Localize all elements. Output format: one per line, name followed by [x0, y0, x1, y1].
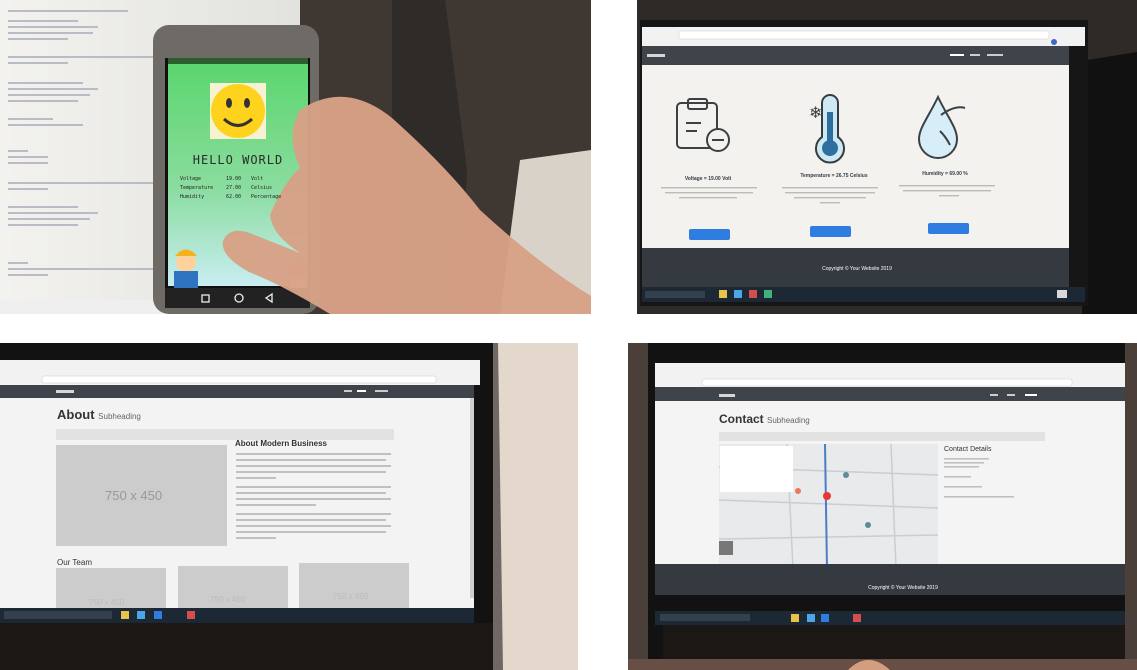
nav-link-about[interactable] [357, 390, 366, 392]
page-subtitle: Subheading [98, 412, 141, 421]
map-location-pin[interactable] [823, 492, 831, 500]
status-bar [168, 58, 308, 64]
temperature-card-title: Temperature = 26.75 Celsius [800, 173, 868, 179]
team-heading: Our Team [57, 558, 92, 567]
svg-text:❄: ❄ [809, 103, 822, 122]
humidity-card-title: Humidity = 69.00 % [922, 171, 968, 177]
smiley-right-eye [244, 98, 250, 108]
folder-taskbar-icon[interactable] [719, 290, 727, 298]
nav-link-about[interactable] [970, 54, 980, 56]
footer-copyright: Copyright © Your Website 2019 [868, 585, 938, 591]
site-brand[interactable] [719, 394, 735, 397]
contact-heading: Contact Subheading [719, 412, 810, 426]
taskbar-search-box[interactable] [645, 291, 705, 298]
app-taskbar-icon[interactable] [154, 611, 162, 619]
footer-copyright: Copyright © Your Website 2019 [822, 266, 892, 272]
reading-row-humidity: Humidity 62.00 Percentage [180, 193, 305, 202]
chair [1082, 52, 1137, 314]
app-taskbar-icon[interactable] [821, 614, 829, 622]
about-section-title: About Modern Business [235, 439, 328, 448]
breadcrumb [719, 432, 1045, 441]
android-nav-bar [165, 288, 310, 308]
address-bar[interactable] [701, 378, 1073, 387]
contact-details-title: Contact Details [944, 446, 992, 453]
site-brand[interactable] [56, 390, 74, 393]
vscode-taskbar-icon[interactable] [137, 611, 145, 619]
nav-link-home[interactable] [990, 394, 998, 396]
reading-value: 19.00 [226, 176, 242, 182]
nav-link-contact[interactable] [375, 390, 388, 392]
reading-unit: Celsius [251, 185, 273, 191]
nav-link-home[interactable] [344, 390, 352, 392]
vscode-taskbar-icon[interactable] [807, 614, 815, 622]
phone-app-title: HELLO WORLD [192, 153, 284, 167]
chrome-taskbar-icon[interactable] [187, 611, 195, 619]
reading-value: 62.00 [226, 194, 242, 200]
reading-row-voltage: Voltage 19.00 Volt [180, 175, 305, 184]
team-image-3 [299, 563, 409, 608]
contact-laptop-scene [628, 343, 1137, 670]
nav-link-contact[interactable] [1025, 394, 1037, 396]
reading-label: Voltage [180, 176, 202, 182]
folder-taskbar-icon[interactable] [121, 611, 129, 619]
map-satellite-toggle[interactable] [719, 541, 733, 555]
voltage-card-title: Voltage = 19.00 Volt [684, 176, 732, 182]
page-subtitle: Subheading [767, 416, 810, 425]
address-bar[interactable] [41, 375, 437, 384]
windows-taskbar [642, 287, 1085, 302]
content-area [642, 65, 1069, 248]
about-heading: About Subheading [57, 407, 141, 422]
laptop-base [0, 623, 493, 670]
about-laptop-scene [0, 343, 578, 670]
breadcrumb [56, 429, 394, 440]
photo-collage: HELLO WORLD Voltage 19.00 Volt Temperatu… [0, 0, 1137, 670]
team-image-3-label: 750 x 450 [333, 592, 369, 601]
page-title: Contact [719, 412, 764, 426]
team-image-1-label: 750 x 450 [89, 598, 125, 607]
clock-tray [1057, 290, 1067, 298]
nav-link-home[interactable] [950, 54, 964, 56]
site-navbar [642, 46, 1069, 65]
reading-label: Humidity [180, 194, 205, 200]
folder-taskbar-icon[interactable] [791, 614, 799, 622]
site-brand[interactable] [647, 54, 665, 57]
phone-photo-tile: HELLO WORLD Voltage 19.00 Volt Temperatu… [0, 0, 591, 314]
address-bar[interactable] [678, 30, 1050, 40]
reading-unit: Volt [251, 176, 264, 182]
temperature-read-more-button[interactable] [810, 226, 851, 237]
map-poi-marker [865, 522, 871, 528]
about-image-size-label: 750 x 450 [105, 488, 163, 503]
nav-link-about[interactable] [1007, 394, 1015, 396]
profile-avatar[interactable] [1051, 39, 1057, 45]
reading-row-temperature: Temperature 27.00 Celsius [180, 184, 305, 193]
taskbar-search-box[interactable] [660, 614, 750, 621]
phone-scene [0, 0, 591, 314]
humidity-read-more-button[interactable] [928, 223, 969, 234]
taskbar-search-box[interactable] [4, 611, 112, 619]
page-title: About [57, 407, 95, 422]
map-poi-marker [795, 488, 801, 494]
smiley-face [211, 84, 265, 138]
voltage-read-more-button[interactable] [689, 229, 730, 240]
reading-label: Temperature [180, 185, 214, 191]
reading-value: 27.00 [226, 185, 242, 191]
smiley-left-eye [226, 98, 232, 108]
map-info-card [720, 446, 793, 492]
phone-sensor-readings: Voltage 19.00 Volt Temperature 27.00 Cel… [180, 175, 305, 202]
sensor-dashboard-tile: ❄ Voltage = 19.00 Volt Temperature = 26. [637, 0, 1137, 314]
nav-link-contact[interactable] [987, 54, 1003, 56]
app-taskbar-icon[interactable] [764, 290, 772, 298]
chrome-taskbar-icon[interactable] [853, 614, 861, 622]
reading-unit: Percentage [251, 194, 282, 200]
laptop-base [663, 625, 1125, 659]
about-page-tile: About Subheading About Modern Business 7… [0, 343, 578, 670]
map-poi-marker [843, 472, 849, 478]
team-image-2-label: 750 x 450 [210, 595, 246, 604]
vscode-taskbar-icon[interactable] [734, 290, 742, 298]
page-scrollbar[interactable] [470, 398, 474, 598]
side-object [498, 343, 578, 670]
contact-page-tile: Contact Subheading Contact Details Copyr… [628, 343, 1137, 670]
chrome-taskbar-icon[interactable] [749, 290, 757, 298]
